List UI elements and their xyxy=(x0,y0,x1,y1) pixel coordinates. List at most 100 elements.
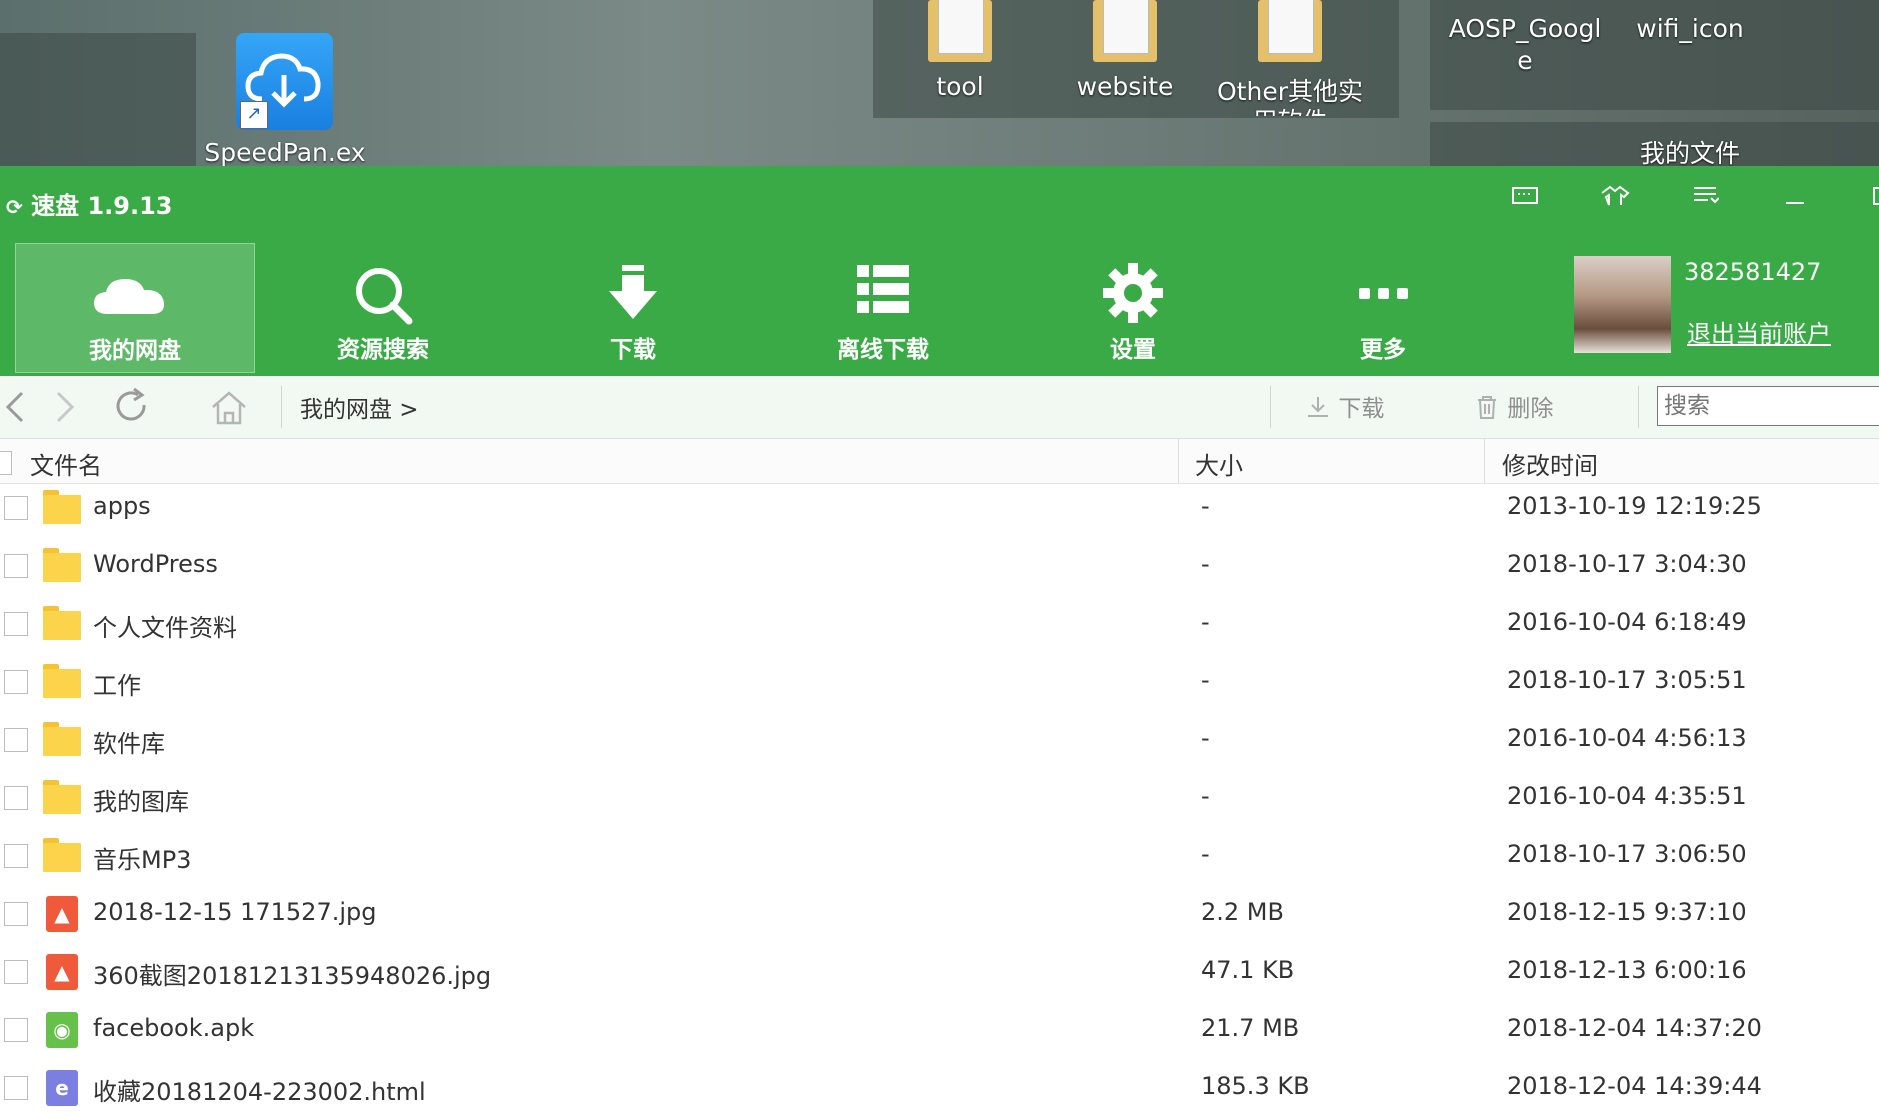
desktop-label: AOSP_Googl xyxy=(1448,14,1602,43)
row-checkbox[interactable] xyxy=(4,1018,28,1042)
avatar[interactable] xyxy=(1574,256,1671,353)
toolbar-label: 我的网盘 xyxy=(89,338,181,364)
feedback-icon[interactable] xyxy=(1505,184,1545,214)
folder-icon xyxy=(43,548,81,584)
refresh-icon[interactable] xyxy=(110,385,154,429)
desktop-background: ↗ SpeedPan.ex tool website Other其他实 用软件 … xyxy=(0,0,1879,166)
file-modified-time: 2016-10-04 4:35:51 xyxy=(1507,782,1747,810)
folder-icon xyxy=(43,722,81,758)
folder-icon xyxy=(43,606,81,642)
file-size: 21.7 MB xyxy=(1201,1014,1300,1042)
file-row[interactable]: e 收藏20181204-223002.html 185.3 KB 2018-12-0… xyxy=(0,1060,1879,1118)
file-name[interactable]: facebook.apk xyxy=(93,1014,254,1042)
file-modified-time: 2016-10-04 4:56:13 xyxy=(1507,724,1747,752)
file-name[interactable]: 2018-12-15 171527.jpg xyxy=(93,898,377,926)
file-row[interactable]: 音乐MP3 - 2018-10-17 3:06:50 xyxy=(0,828,1879,886)
maximize-button[interactable] xyxy=(1860,184,1879,214)
file-row[interactable]: ▲ 2018-12-15 171527.jpg 2.2 MB 2018-12-15 9… xyxy=(0,886,1879,944)
download-button[interactable]: 下载 xyxy=(1305,389,1384,423)
forward-icon[interactable] xyxy=(44,385,88,429)
desktop-item-wifi-icon[interactable]: wifi_icon xyxy=(1620,14,1760,43)
toolbar-label: 更多 xyxy=(1360,337,1406,363)
column-size-header[interactable]: 大小 xyxy=(1195,446,1243,481)
file-row[interactable]: 我的图库 - 2016-10-04 4:35:51 xyxy=(0,770,1879,828)
column-name-header[interactable]: 文件名 xyxy=(30,446,102,481)
row-checkbox[interactable] xyxy=(4,496,28,520)
file-modified-time: 2013-10-19 12:19:25 xyxy=(1507,492,1762,520)
app-logo-icon: ⟳ xyxy=(6,195,23,219)
file-row[interactable]: 软件库 - 2016-10-04 4:56:13 xyxy=(0,712,1879,770)
row-checkbox[interactable] xyxy=(4,612,28,636)
file-modified-time: 2018-10-17 3:05:51 xyxy=(1507,666,1747,694)
file-size: 185.3 KB xyxy=(1201,1072,1310,1100)
toolbar-more[interactable]: 更多 xyxy=(1263,243,1503,373)
toolbar-download[interactable]: 下载 xyxy=(513,243,753,373)
toolbar-my-cloud[interactable]: 我的网盘 xyxy=(15,243,255,373)
app-title-text: 速盘 1.9.13 xyxy=(31,192,173,220)
select-all-checkbox[interactable] xyxy=(0,451,12,475)
delete-button[interactable]: 删除 xyxy=(1474,389,1553,423)
image-file-icon: ▲ xyxy=(43,896,81,932)
android-file-icon: ◉ xyxy=(43,1012,81,1048)
home-icon[interactable] xyxy=(207,385,251,429)
file-row[interactable]: ▲ 360截图20181213135948026.jpg 47.1 KB 2018-1… xyxy=(0,944,1879,1002)
file-size: - xyxy=(1201,608,1210,636)
folder-icon xyxy=(43,490,81,526)
desktop-label: website xyxy=(1076,72,1174,101)
html-file-icon: e xyxy=(43,1070,81,1106)
menu-icon[interactable] xyxy=(1685,184,1725,214)
file-modified-time: 2018-10-17 3:06:50 xyxy=(1507,840,1747,868)
more-dots-icon xyxy=(1263,261,1503,331)
file-name[interactable]: 工作 xyxy=(93,666,141,701)
file-modified-time: 2018-12-04 14:37:20 xyxy=(1507,1014,1762,1042)
row-checkbox[interactable] xyxy=(4,1076,28,1100)
column-divider[interactable] xyxy=(1178,439,1179,483)
toolbar-label: 下载 xyxy=(610,337,656,363)
file-size: 2.2 MB xyxy=(1201,898,1284,926)
toolbar-resource-search[interactable]: 资源搜索 xyxy=(263,243,503,373)
desktop-label: e xyxy=(1517,46,1533,75)
file-row[interactable]: 工作 - 2018-10-17 3:05:51 xyxy=(0,654,1879,712)
file-name[interactable]: apps xyxy=(93,492,151,520)
folder-icon xyxy=(43,838,81,874)
list-icon xyxy=(763,261,1003,331)
file-row[interactable]: WordPress - 2018-10-17 3:04:30 xyxy=(0,538,1879,596)
file-modified-time: 2018-10-17 3:04:30 xyxy=(1507,550,1747,578)
toolbar-offline-download[interactable]: 离线下载 xyxy=(763,243,1003,373)
search-input[interactable] xyxy=(1657,386,1879,426)
folder-icon xyxy=(1093,0,1157,62)
column-divider[interactable] xyxy=(1484,439,1485,483)
row-checkbox[interactable] xyxy=(4,844,28,868)
logout-link[interactable]: 退出当前账户 xyxy=(1687,314,1831,349)
back-icon[interactable] xyxy=(0,385,44,429)
row-checkbox[interactable] xyxy=(4,728,28,752)
file-row[interactable]: ◉ facebook.apk 21.7 MB 2018-12-04 14:37:20 xyxy=(0,1002,1879,1060)
breadcrumb[interactable]: 我的网盘 > xyxy=(300,390,419,424)
file-name[interactable]: 我的图库 xyxy=(93,782,189,817)
row-checkbox[interactable] xyxy=(4,670,28,694)
delete-label: 删除 xyxy=(1507,396,1554,422)
toolbar-label: 离线下载 xyxy=(837,337,929,363)
file-name[interactable]: 音乐MP3 xyxy=(93,840,191,875)
file-row[interactable]: 个人文件资料 - 2016-10-04 6:18:49 xyxy=(0,596,1879,654)
file-modified-time: 2018-12-13 6:00:16 xyxy=(1507,956,1747,984)
image-file-icon: ▲ xyxy=(43,954,81,990)
column-modified-header[interactable]: 修改时间 xyxy=(1502,446,1598,481)
row-checkbox[interactable] xyxy=(4,786,28,810)
folder-icon xyxy=(928,0,992,62)
file-row[interactable]: apps - 2013-10-19 12:19:25 xyxy=(0,480,1879,538)
file-name[interactable]: 360截图20181213135948026.jpg xyxy=(93,956,491,991)
cloud-icon xyxy=(16,262,254,332)
file-name[interactable]: 个人文件资料 xyxy=(93,608,237,643)
skin-icon[interactable] xyxy=(1595,184,1635,214)
toolbar-settings[interactable]: 设置 xyxy=(1013,243,1253,373)
file-name[interactable]: 软件库 xyxy=(93,724,165,759)
row-checkbox[interactable] xyxy=(4,554,28,578)
file-name[interactable]: 收藏20181204-223002.html xyxy=(93,1072,426,1107)
minimize-button[interactable] xyxy=(1775,184,1815,214)
desktop-item-my-files[interactable]: 我的文件 xyxy=(1620,134,1760,166)
row-checkbox[interactable] xyxy=(4,902,28,926)
desktop-label: 用软件 xyxy=(1210,102,1370,116)
file-name[interactable]: WordPress xyxy=(93,550,218,578)
row-checkbox[interactable] xyxy=(4,960,28,984)
